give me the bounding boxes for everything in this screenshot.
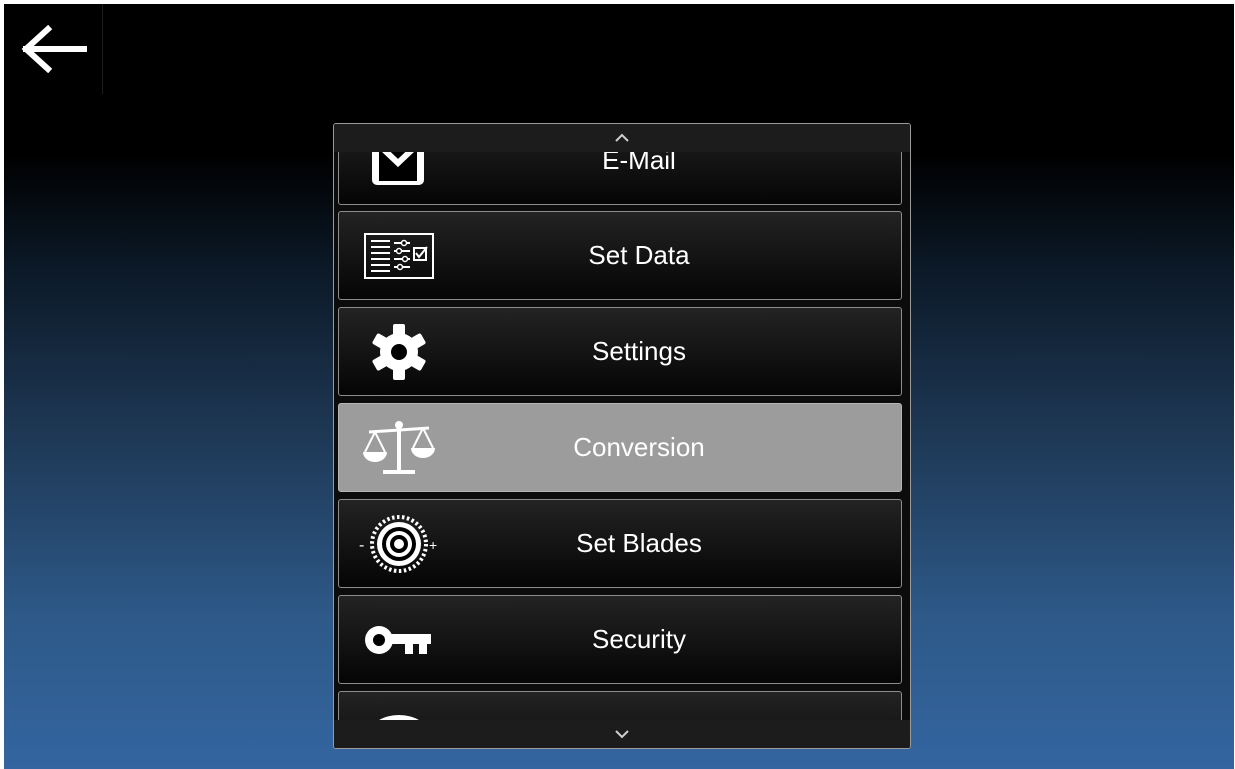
menu-item-conversion[interactable]: Conversion	[338, 403, 902, 492]
arrow-left-icon	[21, 25, 87, 73]
menu-item-label: Settings	[592, 336, 686, 366]
settings-menu-list[interactable]: E-Mail Set Data Settings Conversion - + …	[333, 123, 911, 749]
scroll-down-button[interactable]	[334, 720, 910, 748]
menu-item-security[interactable]: Security	[338, 595, 902, 684]
menu-item-label: Set Data	[588, 240, 690, 270]
menu-item-set-data[interactable]: Set Data	[338, 211, 902, 300]
menu-item-settings[interactable]: Settings	[338, 307, 902, 396]
menu-item-label: Conversion	[573, 432, 705, 462]
main-screen: E-Mail Set Data Settings Conversion - + …	[4, 4, 1234, 769]
scroll-up-button[interactable]	[334, 124, 910, 152]
menu-item-label: Set Blades	[576, 528, 702, 558]
menu-item-label: Security	[592, 624, 686, 654]
back-button[interactable]	[4, 4, 103, 94]
chevron-down-icon	[615, 730, 629, 739]
chevron-up-icon	[615, 133, 629, 142]
menu-item-set-blades[interactable]: - + Set Blades	[338, 499, 902, 588]
